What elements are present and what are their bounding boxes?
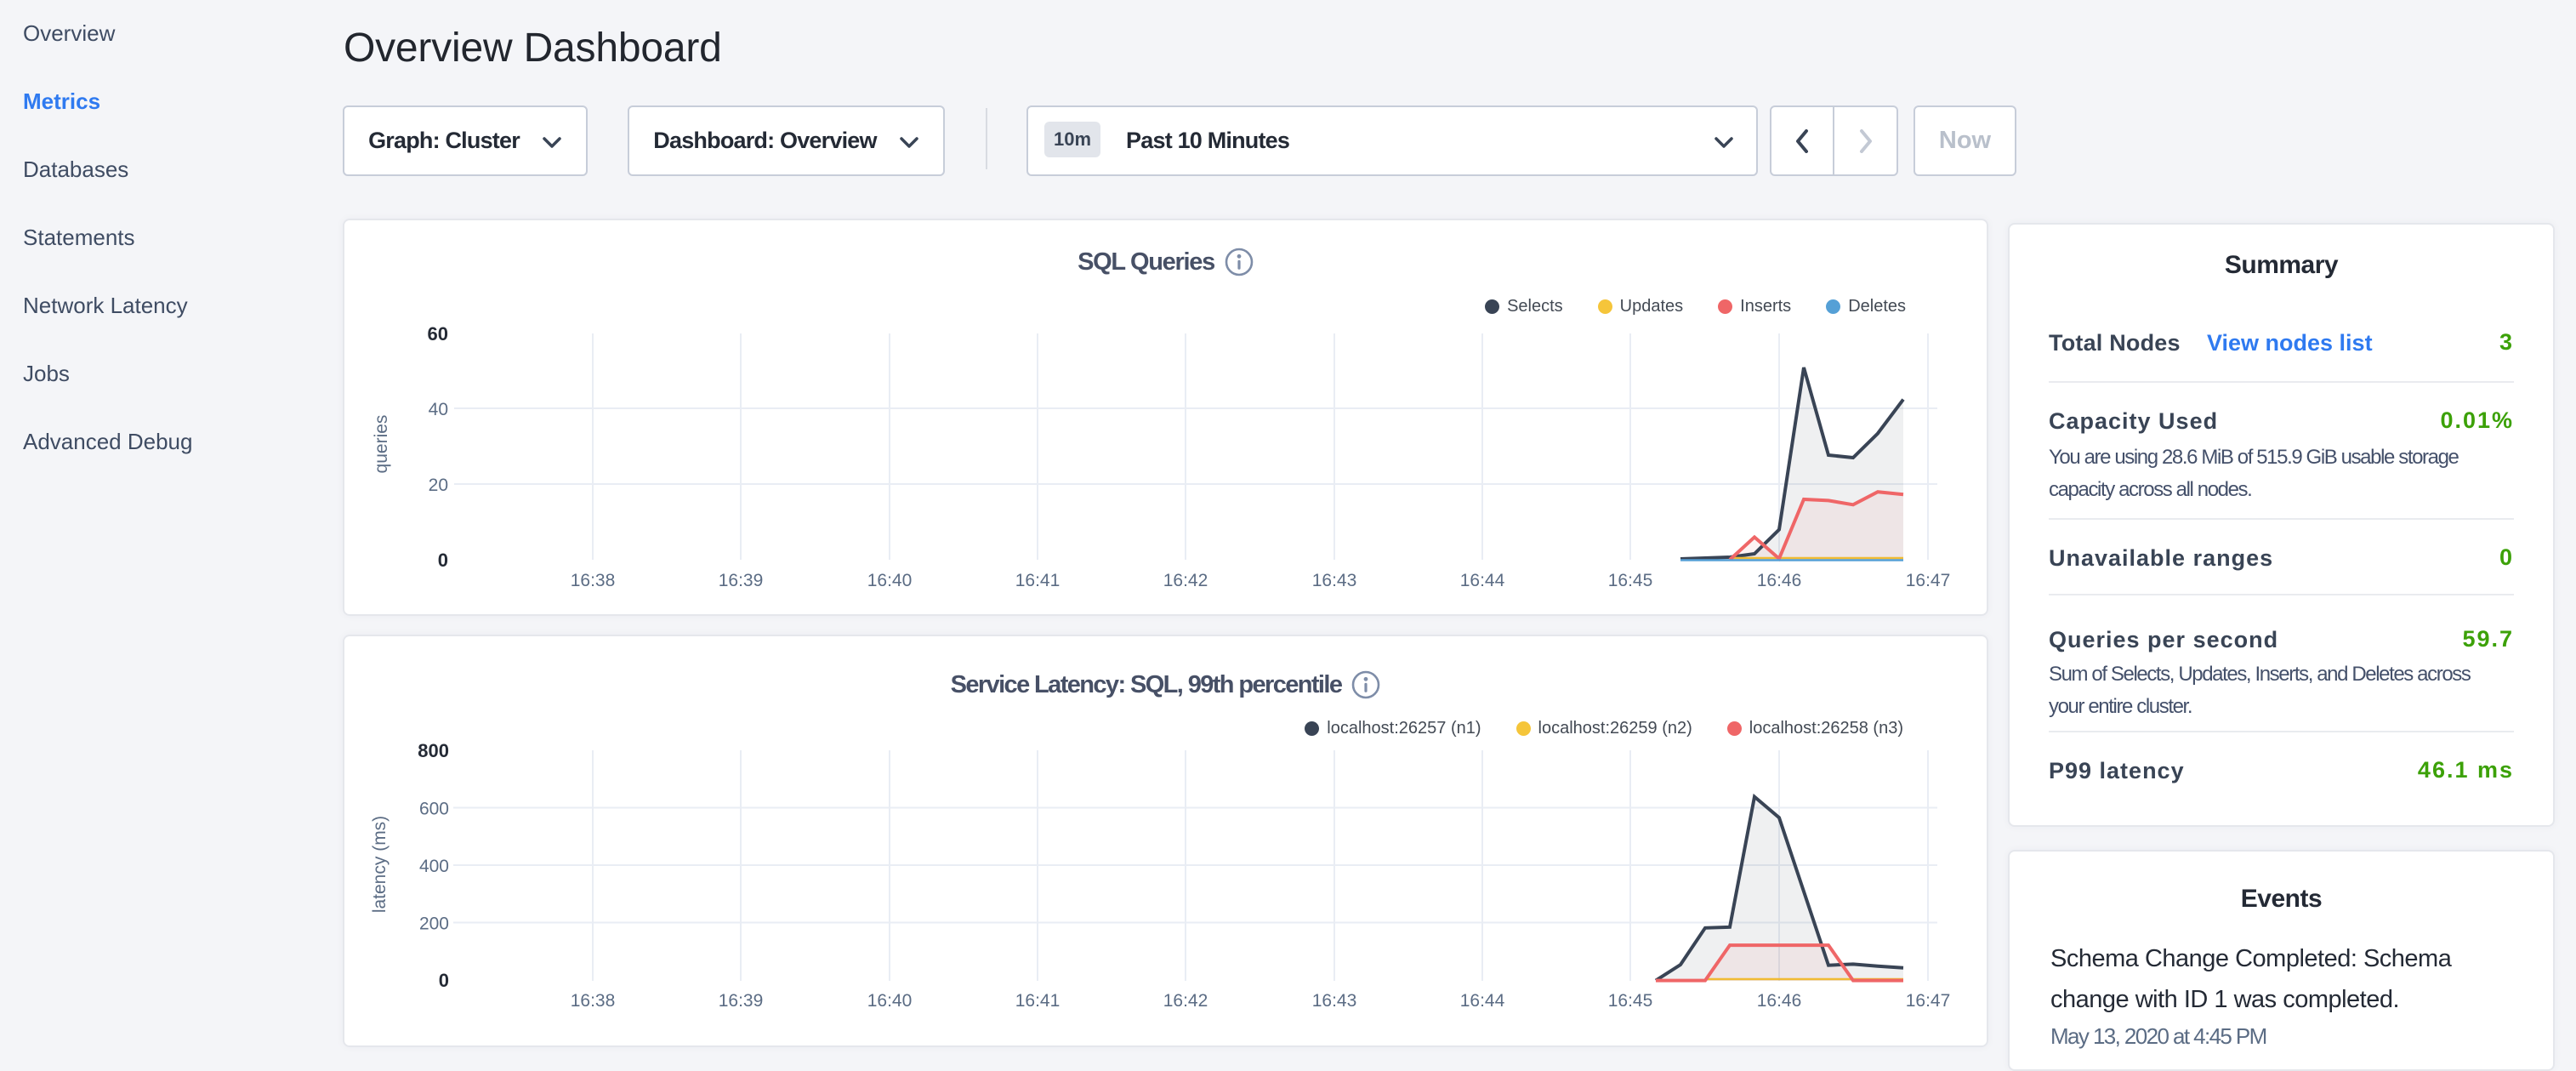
svg-text:latency (ms): latency (ms) [370, 816, 390, 913]
svg-text:16:39: 16:39 [719, 991, 764, 1011]
svg-text:16:42: 16:42 [1163, 571, 1208, 590]
svg-text:16:38: 16:38 [571, 571, 616, 590]
svg-text:16:47: 16:47 [1906, 571, 1951, 590]
svg-text:0: 0 [439, 970, 449, 991]
svg-text:16:43: 16:43 [1312, 991, 1357, 1011]
svg-text:16:40: 16:40 [867, 991, 913, 1011]
svg-text:16:40: 16:40 [867, 571, 913, 590]
svg-text:16:46: 16:46 [1757, 991, 1802, 1011]
svg-text:60: 60 [428, 323, 448, 345]
svg-text:16:45: 16:45 [1608, 571, 1653, 590]
svg-text:16:44: 16:44 [1460, 991, 1505, 1011]
svg-text:16:46: 16:46 [1757, 571, 1802, 590]
svg-text:40: 40 [429, 400, 448, 419]
svg-text:queries: queries [372, 415, 391, 474]
svg-text:16:41: 16:41 [1015, 571, 1061, 590]
svg-text:600: 600 [419, 800, 449, 819]
svg-text:800: 800 [418, 740, 449, 761]
svg-text:200: 200 [419, 914, 449, 934]
svg-text:16:45: 16:45 [1608, 991, 1653, 1011]
svg-text:16:38: 16:38 [571, 991, 616, 1011]
svg-text:16:39: 16:39 [719, 571, 764, 590]
svg-text:0: 0 [438, 550, 448, 571]
svg-text:16:41: 16:41 [1015, 991, 1061, 1011]
svg-text:400: 400 [419, 857, 449, 876]
svg-text:20: 20 [429, 476, 448, 495]
svg-text:16:44: 16:44 [1460, 571, 1505, 590]
svg-text:16:47: 16:47 [1906, 991, 1951, 1011]
svg-text:16:43: 16:43 [1312, 571, 1357, 590]
svg-text:16:42: 16:42 [1163, 991, 1208, 1011]
